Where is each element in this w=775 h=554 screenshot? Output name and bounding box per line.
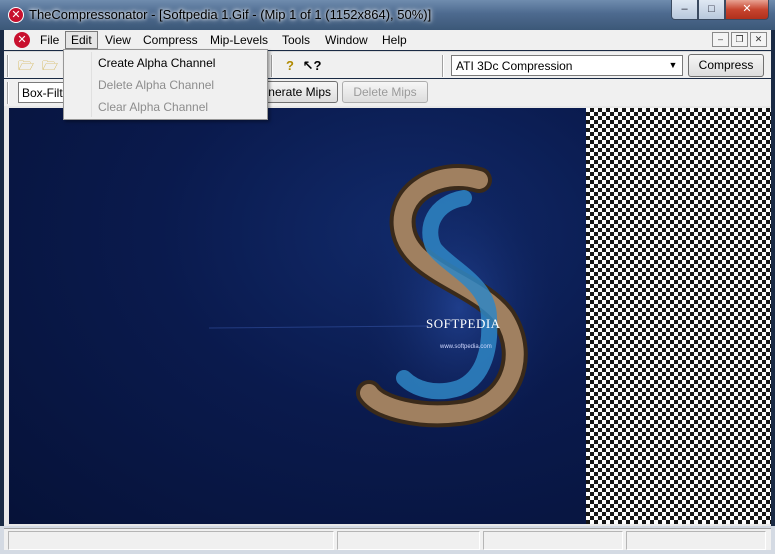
context-help-question-icon: ?	[313, 58, 322, 73]
menu-view[interactable]: View	[100, 31, 136, 49]
toolbar-separator	[271, 55, 273, 77]
help-icon[interactable]: ?	[280, 56, 300, 75]
maximize-button[interactable]: □	[698, 0, 725, 20]
toolbar-separator	[442, 55, 444, 77]
document-minimize-button[interactable]: –	[712, 32, 729, 47]
softpedia-url: www.softpedia.com	[440, 344, 492, 350]
pointer-arrow-icon: ↖	[302, 58, 314, 73]
compressonator-logo-icon[interactable]: ✕	[8, 7, 24, 23]
context-help-icon[interactable]: ↖?	[302, 56, 322, 75]
menu-create-alpha-channel[interactable]: Create Alpha Channel	[98, 56, 215, 70]
document-close-button[interactable]: ✕	[750, 32, 767, 47]
status-bar-inner	[4, 528, 771, 550]
image-preview[interactable]: SOFTPEDIA www.softpedia.com	[9, 108, 586, 524]
compression-format-select[interactable]: ATI 3Dc Compression ▼	[451, 55, 683, 76]
menu-gutter	[91, 52, 92, 117]
menu-tools[interactable]: Tools	[277, 31, 315, 49]
delete-mips-button[interactable]: Delete Mips	[342, 81, 428, 103]
status-pane-4	[626, 531, 766, 550]
menu-clear-alpha-channel: Clear Alpha Channel	[98, 100, 209, 114]
menu-file[interactable]: File	[35, 31, 64, 49]
status-pane-3	[483, 531, 623, 550]
softpedia-watermark: SOFTPEDIA	[426, 316, 501, 331]
window-title: TheCompressonator - [Softpedia 1.Gif - (…	[29, 7, 432, 22]
status-pane-2	[337, 531, 480, 550]
document-workspace: SOFTPEDIA www.softpedia.com	[4, 106, 771, 526]
menu-bar: ✕ File Edit View Compress Mip-Levels Too…	[4, 30, 771, 50]
menu-edit[interactable]: Edit	[65, 31, 98, 49]
dropdown-arrow-icon[interactable]: ▼	[665, 57, 681, 74]
minimize-button[interactable]: –	[671, 0, 698, 20]
close-button[interactable]: ✕	[725, 0, 769, 20]
title-bar[interactable]: ✕ TheCompressonator - [Softpedia 1.Gif -…	[0, 0, 775, 30]
toolbar-separator	[7, 82, 9, 104]
compress-button[interactable]: Compress	[688, 54, 764, 77]
menu-compress[interactable]: Compress	[138, 31, 203, 49]
document-restore-button[interactable]: ❐	[731, 32, 748, 47]
menu-mip-levels[interactable]: Mip-Levels	[205, 31, 273, 49]
document-icon[interactable]: ✕	[14, 32, 30, 48]
status-bar	[0, 526, 775, 554]
transparent-area	[586, 108, 771, 524]
edit-menu-dropdown: Create Alpha Channel Delete Alpha Channe…	[63, 49, 268, 120]
caption-buttons: – □ ✕	[671, 0, 769, 20]
menu-delete-alpha-channel: Delete Alpha Channel	[98, 78, 215, 92]
compression-format-value: ATI 3Dc Compression	[456, 59, 573, 73]
open-compressed-folder-icon[interactable]: 🗁	[40, 56, 60, 75]
menu-help[interactable]: Help	[377, 31, 412, 49]
status-pane-main	[8, 531, 334, 550]
menu-window[interactable]: Window	[320, 31, 373, 49]
document-window-buttons: – ❐ ✕	[712, 32, 767, 47]
open-folder-icon[interactable]: 🗁	[16, 56, 36, 75]
toolbar-separator	[7, 55, 9, 77]
